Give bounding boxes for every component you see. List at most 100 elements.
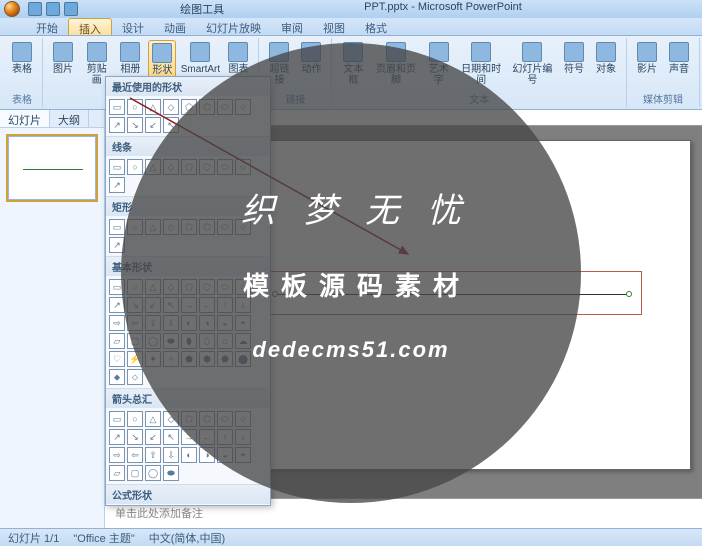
shape-option[interactable]: ⬠ [181, 99, 197, 115]
shape-option[interactable]: ↙ [145, 117, 161, 133]
shape-option[interactable]: ↘ [127, 429, 143, 445]
shape-option[interactable]: ⬣ [217, 351, 233, 367]
shape-option[interactable]: ✧ [163, 351, 179, 367]
shape-option[interactable]: ⬠ [181, 159, 197, 175]
shape-option[interactable]: ○ [127, 219, 143, 235]
ribbon-btn-声音[interactable]: 声音 [665, 40, 693, 77]
shape-option[interactable]: ▭ [109, 99, 125, 115]
shape-option[interactable]: ⬡ [199, 159, 215, 175]
shape-option[interactable]: ◓ [235, 315, 251, 331]
shape-option[interactable]: △ [145, 219, 161, 235]
tab-开始[interactable]: 开始 [26, 18, 68, 35]
shapes-dropdown[interactable]: 最近使用的形状▭○△◇⬠⬡⬭☆↗↘↙↖线条▭○△◇⬠⬡⬭☆↗矩形▭○△◇⬠⬡⬭☆… [105, 76, 271, 506]
shape-option[interactable]: ☆ [235, 99, 251, 115]
tab-审阅[interactable]: 审阅 [271, 18, 313, 35]
shape-option[interactable]: ⬬ [163, 465, 179, 481]
shape-option[interactable]: ◐ [181, 447, 197, 463]
shape-option[interactable]: ⬮ [181, 333, 197, 349]
shape-option[interactable]: → [181, 297, 197, 313]
shape-option[interactable]: ⬭ [217, 219, 233, 235]
shape-option[interactable]: △ [145, 99, 161, 115]
ribbon-btn-艺术字[interactable]: 艺术字 [424, 40, 454, 88]
undo-icon[interactable] [46, 2, 60, 16]
ribbon-btn-对象[interactable]: 对象 [592, 40, 620, 88]
shape-option[interactable]: ◒ [217, 315, 233, 331]
shape-option[interactable]: ○ [127, 279, 143, 295]
slide-thumbnail[interactable] [8, 136, 96, 200]
shape-option[interactable]: ⬬ [163, 333, 179, 349]
shape-option[interactable]: ⬭ [217, 279, 233, 295]
shape-option[interactable]: ⬠ [181, 411, 197, 427]
shape-option[interactable]: ◒ [217, 447, 233, 463]
shape-option[interactable]: ⇧ [145, 315, 161, 331]
shape-option[interactable]: ← [199, 297, 215, 313]
shape-option[interactable]: ← [199, 429, 215, 445]
shape-option[interactable]: ↓ [235, 297, 251, 313]
shape-option[interactable]: ◯ [145, 333, 161, 349]
shape-option[interactable]: ↗ [109, 297, 125, 313]
shape-option[interactable]: ↗ [109, 237, 125, 253]
shape-option[interactable]: ↖ [163, 117, 179, 133]
office-button[interactable] [4, 1, 20, 17]
shape-option[interactable]: ⬢ [199, 351, 215, 367]
shape-option[interactable]: ▱ [109, 333, 125, 349]
shape-option[interactable]: ○ [127, 411, 143, 427]
shape-option[interactable]: ◇ [163, 159, 179, 175]
shape-option[interactable]: ♡ [109, 351, 125, 367]
ribbon-btn-页眉和页脚[interactable]: 页眉和页脚 [372, 40, 419, 88]
tab-视图[interactable]: 视图 [313, 18, 355, 35]
shape-option[interactable]: ↙ [145, 429, 161, 445]
resize-handle-right[interactable] [626, 291, 632, 297]
shape-option[interactable]: ⇩ [163, 447, 179, 463]
shape-option[interactable]: ▭ [109, 159, 125, 175]
save-icon[interactable] [28, 2, 42, 16]
shape-option[interactable]: ☆ [235, 159, 251, 175]
shape-option[interactable]: ⌂ [217, 333, 233, 349]
shape-option[interactable]: △ [145, 159, 161, 175]
shape-option[interactable]: ▱ [109, 465, 125, 481]
shape-option[interactable]: ⬯ [199, 333, 215, 349]
shape-option[interactable]: ◇ [163, 99, 179, 115]
shape-option[interactable]: ◇ [163, 411, 179, 427]
shape-option[interactable]: ⇧ [145, 447, 161, 463]
shape-option[interactable]: △ [145, 279, 161, 295]
shape-option[interactable]: ⬠ [181, 219, 197, 235]
shape-option[interactable]: ▢ [127, 333, 143, 349]
shape-option[interactable]: ⬡ [199, 219, 215, 235]
shape-option[interactable]: ▭ [109, 411, 125, 427]
tab-插入[interactable]: 插入 [68, 18, 112, 35]
ribbon-btn-动作[interactable]: 动作 [297, 40, 325, 88]
shape-option[interactable]: ○ [127, 159, 143, 175]
shape-option[interactable]: △ [145, 411, 161, 427]
shape-option[interactable]: ⬭ [217, 411, 233, 427]
shape-option[interactable]: ⬡ [199, 99, 215, 115]
shape-option[interactable]: ⇦ [127, 315, 143, 331]
shape-option[interactable]: ▢ [127, 465, 143, 481]
shape-option[interactable]: ◯ [145, 465, 161, 481]
redo-icon[interactable] [64, 2, 78, 16]
tab-格式[interactable]: 格式 [355, 18, 397, 35]
shape-option[interactable]: ↘ [127, 297, 143, 313]
shape-option[interactable]: ↑ [217, 297, 233, 313]
shape-option[interactable]: ⬭ [217, 99, 233, 115]
shape-option[interactable]: ⇨ [109, 315, 125, 331]
tab-outline[interactable]: 大纲 [50, 110, 89, 127]
shape-option[interactable]: ☆ [235, 279, 251, 295]
shape-option[interactable]: ↗ [109, 117, 125, 133]
shape-option[interactable]: ▭ [109, 279, 125, 295]
shape-option[interactable]: ↙ [145, 297, 161, 313]
shape-option[interactable]: ⬥ [109, 369, 125, 385]
shape-option[interactable]: ◇ [163, 279, 179, 295]
resize-handle-left[interactable] [272, 291, 278, 297]
shape-option[interactable]: ⚡ [127, 351, 143, 367]
shape-option[interactable]: ↓ [235, 429, 251, 445]
shape-option[interactable]: ✦ [145, 351, 161, 367]
shape-option[interactable]: ↑ [217, 429, 233, 445]
tab-动画[interactable]: 动画 [154, 18, 196, 35]
shape-option[interactable]: ⬤ [235, 351, 251, 367]
ribbon-btn-日期和时间[interactable]: 日期和时间 [458, 40, 505, 88]
shape-option[interactable]: ☁ [235, 333, 251, 349]
shape-option[interactable]: ↗ [109, 177, 125, 193]
shape-option[interactable]: ↘ [127, 117, 143, 133]
shape-option[interactable]: ☆ [235, 411, 251, 427]
